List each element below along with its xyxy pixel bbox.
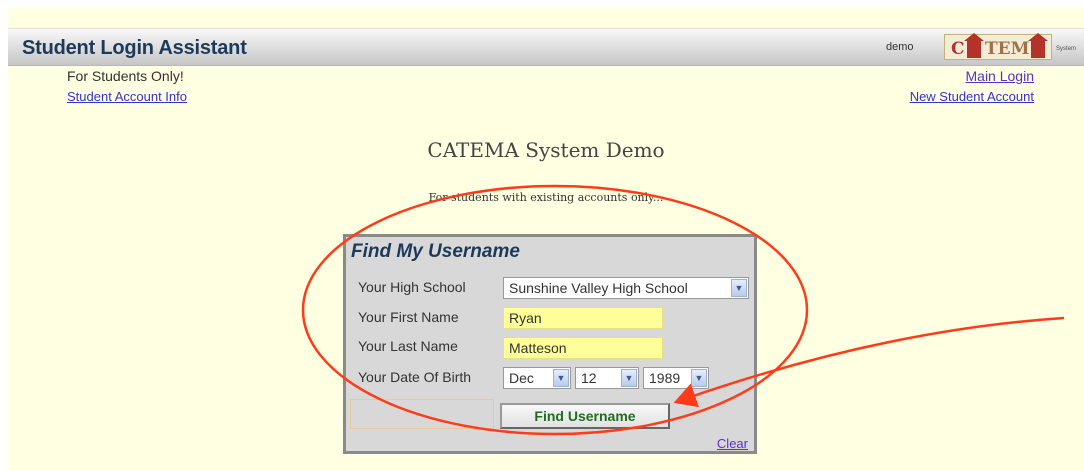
arrow-annotation — [673, 316, 1065, 408]
highlight-ellipse — [301, 184, 809, 436]
annotation-overlay — [301, 184, 1065, 436]
